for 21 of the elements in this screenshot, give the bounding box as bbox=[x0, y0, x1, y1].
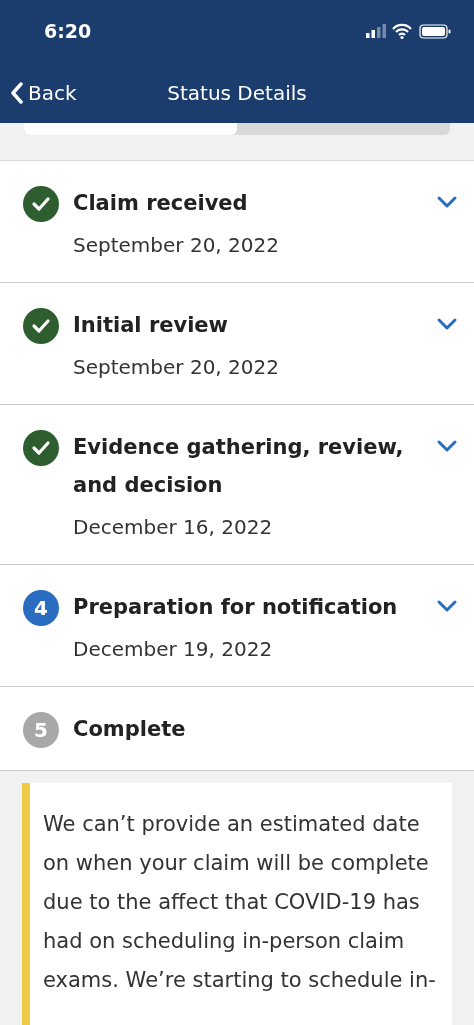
status-step-row[interactable]: Claim received September 20, 2022 bbox=[0, 161, 474, 283]
step-title: Claim received bbox=[73, 190, 249, 217]
step-title: Complete bbox=[73, 716, 187, 743]
screen-title: Status Details bbox=[167, 80, 307, 105]
back-button[interactable]: Back bbox=[0, 80, 77, 105]
clock-time: 6:20 bbox=[44, 20, 92, 42]
back-chevron-icon bbox=[10, 81, 24, 104]
step-date: December 16, 2022 bbox=[73, 514, 274, 541]
step-title: Preparation for notification bbox=[73, 594, 399, 621]
status-step-row[interactable]: 5 Complete bbox=[0, 687, 474, 771]
status-step-row[interactable]: Initial review September 20, 2022 bbox=[0, 283, 474, 405]
status-step-row[interactable]: Evidence gathering, review, and decision December 16, 2022 bbox=[0, 405, 474, 565]
step-title: Evidence gathering, review, and decision bbox=[73, 434, 405, 499]
step-number-badge: 5 bbox=[23, 712, 59, 748]
notice-text: We can’t provide an estimated date on when your claim will be complete due to the affect that COVID-19 has had on scheduling in-person claim exams. We’re starting to schedule in- bbox=[43, 811, 436, 994]
step-date: September 20, 2022 bbox=[73, 354, 280, 381]
status-step-row[interactable]: 4 Preparation for notification December 19, 2022 bbox=[0, 565, 474, 687]
step-date: December 19, 2022 bbox=[73, 636, 274, 663]
step-number-badge: 4 bbox=[23, 590, 59, 626]
step-title: Initial review bbox=[73, 312, 229, 339]
step-date: September 20, 2022 bbox=[73, 232, 280, 259]
